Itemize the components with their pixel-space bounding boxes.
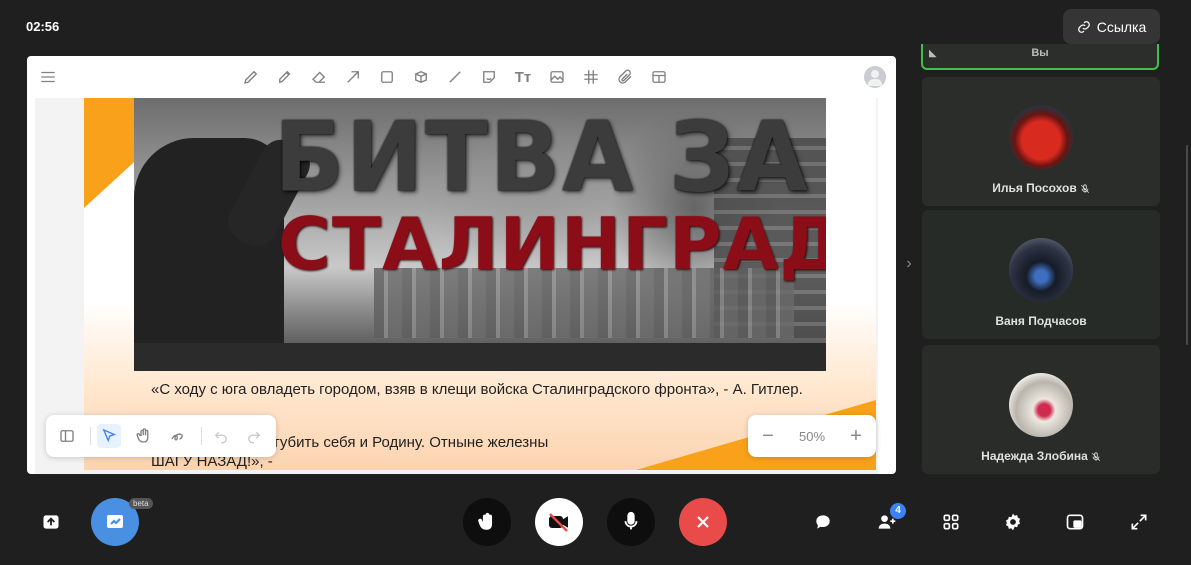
zoom-level: 50% xyxy=(798,428,826,444)
call-timer: 02:56 xyxy=(26,19,60,34)
ground xyxy=(134,343,826,371)
participant-tile[interactable]: Ваня Подчасов xyxy=(922,210,1160,339)
participant-tile[interactable]: Надежда Злобина xyxy=(922,345,1160,474)
sidebar-toggle-icon[interactable] xyxy=(55,424,79,448)
chat-icon xyxy=(816,515,830,529)
text-tool-label: Tт xyxy=(514,68,532,86)
participant-name-row: Надежда Злобина xyxy=(922,449,1160,463)
hand-pan-icon[interactable] xyxy=(132,424,156,448)
grid-icon xyxy=(943,514,959,530)
gear-icon xyxy=(1005,513,1021,531)
raise-hand-button[interactable] xyxy=(463,498,511,546)
chat-button[interactable] xyxy=(810,509,836,535)
layout-grid-button[interactable] xyxy=(938,509,964,535)
avatar xyxy=(1009,238,1073,302)
microphone-icon xyxy=(624,511,638,530)
participant-tile[interactable]: Илья Посохов xyxy=(922,77,1160,206)
camera-toggle-button[interactable] xyxy=(535,498,583,546)
user-avatar-icon[interactable] xyxy=(864,66,886,88)
camera-off-icon xyxy=(549,513,568,532)
close-icon xyxy=(697,516,709,528)
mic-muted-icon xyxy=(1091,451,1101,462)
grid-icon[interactable] xyxy=(580,66,602,88)
text-icon[interactable]: Tт xyxy=(512,66,534,88)
microphone-toggle-button[interactable] xyxy=(607,498,655,546)
whiteboard-toolbar: Tт xyxy=(27,56,896,98)
participant-name-row: Илья Посохов xyxy=(922,181,1160,195)
hand-icon xyxy=(478,512,493,530)
attachment-icon[interactable] xyxy=(614,66,636,88)
copy-link-label: Ссылка xyxy=(1096,18,1147,35)
zoom-in-button[interactable]: + xyxy=(846,426,866,446)
image-icon[interactable] xyxy=(546,66,568,88)
mic-muted-icon xyxy=(1080,183,1090,194)
whiteboard-pen-icon xyxy=(107,515,123,528)
expand-icon xyxy=(1131,514,1147,530)
participant-name: Надежда Злобина xyxy=(981,449,1088,463)
hang-up-button[interactable] xyxy=(679,498,727,546)
pencil-icon[interactable] xyxy=(240,66,262,88)
rectangle-icon[interactable] xyxy=(376,66,398,88)
sticker-icon[interactable] xyxy=(478,66,500,88)
copy-link-button[interactable]: Ссылка xyxy=(1063,9,1160,44)
divider xyxy=(90,427,91,445)
self-video-tile[interactable]: ◣ Вы xyxy=(921,44,1159,70)
redo-icon[interactable] xyxy=(242,424,266,448)
scrollbar[interactable] xyxy=(1186,145,1188,345)
participant-name: Илья Посохов xyxy=(992,181,1077,195)
slide-quote: «С ходу с юга овладеть городом, взяв в к… xyxy=(151,381,803,398)
share-screen-button[interactable] xyxy=(38,509,64,535)
slide-photo: БИТВА ЗА СТАЛИНГРАД xyxy=(134,98,826,371)
slide-title-line1: БИТВА ЗА xyxy=(274,101,810,214)
zoom-control: − 50% + xyxy=(748,415,876,457)
chevron-right-icon[interactable]: › xyxy=(902,255,916,275)
whiteboard[interactable]: Tт БИТВА ЗА СТАЛИНГРАД «С ходу с юга овл… xyxy=(27,56,896,474)
picture-in-picture-button[interactable] xyxy=(1062,509,1088,535)
select-cursor-icon[interactable] xyxy=(97,424,121,448)
cube-icon[interactable] xyxy=(410,66,432,88)
participant-name-row: Ваня Подчасов xyxy=(922,314,1160,328)
arrow-icon[interactable] xyxy=(342,66,364,88)
pip-icon xyxy=(1066,514,1084,530)
avatar xyxy=(1009,105,1073,169)
line-icon[interactable] xyxy=(444,66,466,88)
laser-pointer-icon[interactable] xyxy=(166,424,190,448)
slide-title-line2: СТАЛИНГРАД xyxy=(278,202,826,286)
eraser-icon[interactable] xyxy=(308,66,330,88)
upload-icon xyxy=(43,515,59,529)
avatar xyxy=(1009,373,1073,437)
self-label: Вы xyxy=(1031,47,1049,59)
zoom-out-button[interactable]: − xyxy=(758,426,778,446)
settings-button[interactable] xyxy=(1000,509,1026,535)
fullscreen-button[interactable] xyxy=(1126,509,1152,535)
menu-icon[interactable] xyxy=(37,66,59,88)
participant-name: Ваня Подчасов xyxy=(995,314,1087,328)
marker-icon[interactable] xyxy=(274,66,296,88)
board-tools-panel xyxy=(46,415,276,457)
link-icon xyxy=(1077,20,1090,33)
table-icon[interactable] xyxy=(648,66,670,88)
undo-icon[interactable] xyxy=(209,424,233,448)
beta-badge: beta xyxy=(129,498,153,509)
participants-count-badge: 4 xyxy=(890,503,906,519)
divider xyxy=(201,427,202,445)
